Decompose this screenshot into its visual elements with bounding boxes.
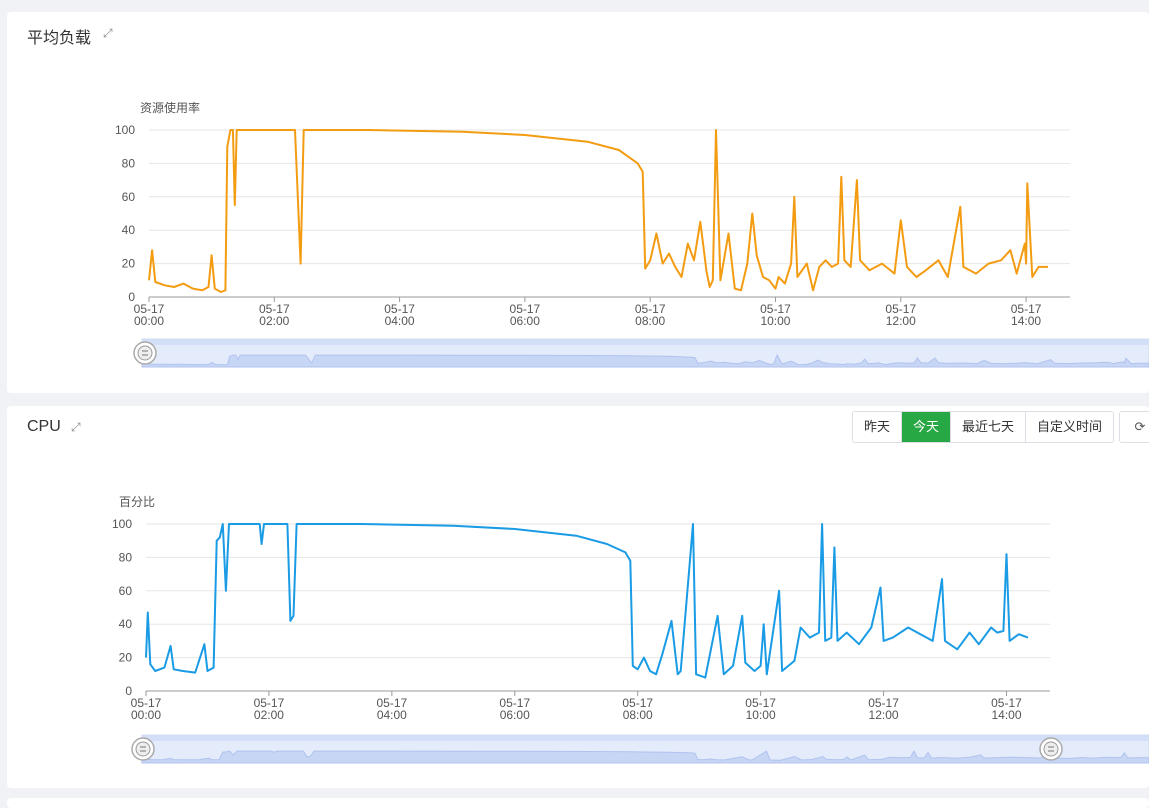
y-tick-label: 80 bbox=[119, 550, 133, 564]
y-tick-label: 80 bbox=[122, 156, 136, 170]
y-tick-label: 60 bbox=[119, 584, 133, 598]
y-tick-label: 100 bbox=[112, 517, 132, 531]
load-chart-card: 平均负载 ⤢ 资源使用率 0 20 40 60 80 100 05-17 00:00 05-17 0… bbox=[7, 12, 1149, 393]
time-range-selector: 昨天 今天 最近七天 自定义时间 bbox=[852, 411, 1115, 443]
x-tick-label: 08:00 bbox=[635, 314, 665, 328]
cpu-chart-card: CPU ⤢ 昨天 今天 最近七天 自定义时间 ⟳ 百分比 0 20 40 60 80 100… bbox=[7, 406, 1149, 788]
x-tick-label: 04:00 bbox=[385, 314, 415, 328]
load-chart-title: 平均负载 bbox=[27, 30, 92, 47]
zoom-handle[interactable] bbox=[1039, 737, 1063, 761]
x-tick-label: 12:00 bbox=[886, 314, 916, 328]
series-line bbox=[148, 129, 1048, 293]
y-tick-label: 20 bbox=[119, 651, 133, 665]
last-seven-days-button[interactable]: 最近七天 bbox=[951, 412, 1027, 442]
x-tick-label: 06:00 bbox=[500, 708, 530, 722]
expand-icon[interactable]: ⤢ bbox=[71, 420, 85, 434]
y-tick-label: 20 bbox=[122, 257, 136, 271]
cpu-line-chart: 百分比02040608010005-1700:0005-1702:0005-17… bbox=[112, 495, 1149, 764]
x-tick-label: 00:00 bbox=[131, 708, 161, 722]
x-tick-label: 04:00 bbox=[377, 708, 407, 722]
x-tick-label: 12:00 bbox=[869, 708, 899, 722]
y-tick-label: 40 bbox=[122, 223, 136, 237]
load-line-chart: 资源使用率02040608010005-1700:0005-1702:0005-… bbox=[115, 100, 1149, 368]
x-tick-label: 02:00 bbox=[254, 708, 284, 722]
zoom-handle[interactable] bbox=[131, 737, 155, 761]
next-card-edge bbox=[7, 798, 1149, 808]
today-button[interactable]: 今天 bbox=[902, 412, 952, 442]
series-line bbox=[145, 523, 1029, 679]
y-tick-label: 60 bbox=[122, 190, 136, 204]
y-tick-label: 40 bbox=[119, 617, 133, 631]
x-tick-label: 02:00 bbox=[259, 314, 289, 328]
x-tick-label: 14:00 bbox=[991, 708, 1021, 722]
zoom-slider-handle-bar[interactable] bbox=[142, 735, 1149, 741]
expand-icon[interactable]: ⤢ bbox=[103, 26, 117, 40]
zoom-handle[interactable] bbox=[133, 341, 157, 365]
y-axis-label: 资源使用率 bbox=[140, 100, 200, 115]
yesterday-button[interactable]: 昨天 bbox=[853, 412, 903, 442]
x-tick-label: 00:00 bbox=[134, 314, 164, 328]
y-axis-label: 百分比 bbox=[119, 495, 155, 509]
refresh-button[interactable]: ⟳ bbox=[1119, 411, 1149, 443]
x-tick-label: 08:00 bbox=[623, 708, 653, 722]
x-tick-label: 10:00 bbox=[746, 708, 776, 722]
x-tick-label: 06:00 bbox=[510, 314, 540, 328]
refresh-icon: ⟳ bbox=[1134, 419, 1146, 434]
cpu-chart-title: CPU bbox=[27, 418, 61, 435]
zoom-slider-handle-bar[interactable] bbox=[142, 339, 1149, 345]
x-tick-label: 10:00 bbox=[760, 314, 790, 328]
custom-time-button[interactable]: 自定义时间 bbox=[1026, 412, 1114, 442]
y-tick-label: 100 bbox=[115, 123, 135, 137]
x-tick-label: 14:00 bbox=[1011, 314, 1041, 328]
